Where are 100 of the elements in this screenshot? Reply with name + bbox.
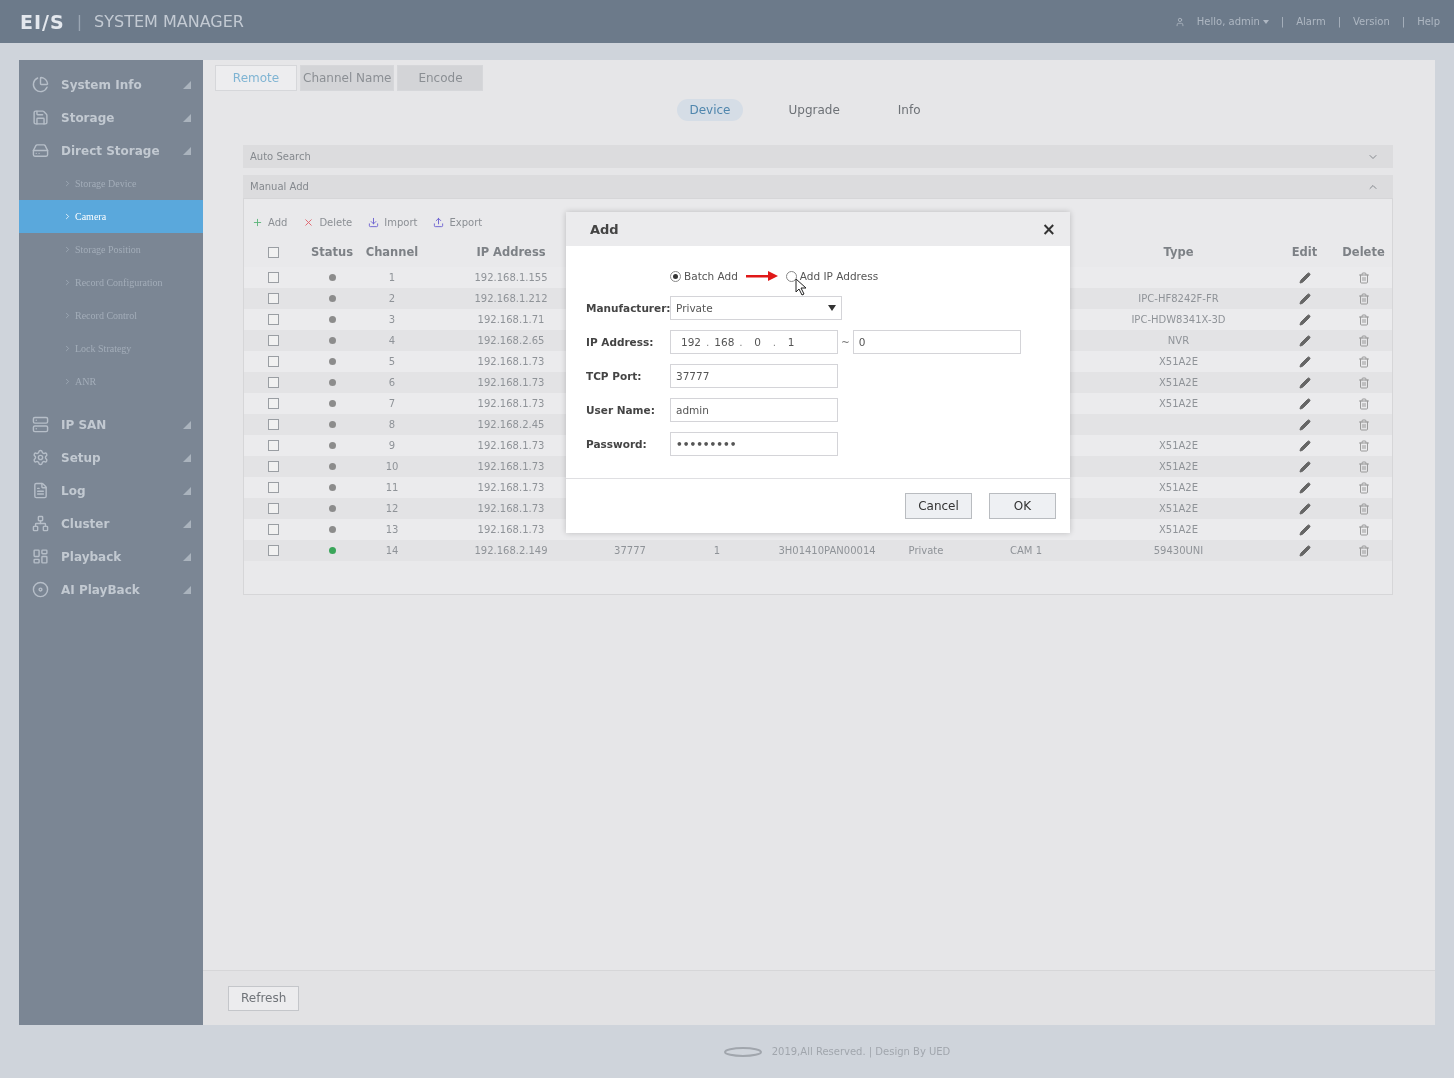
row-checkbox[interactable]	[268, 524, 279, 535]
sidebar-item[interactable]: AI PlayBack	[19, 573, 203, 606]
table-cell: 192.168.1.73	[477, 440, 545, 451]
input-field[interactable]: 37777	[670, 364, 838, 388]
trash-icon[interactable]	[1357, 313, 1370, 326]
header-link[interactable]: Alarm	[1296, 16, 1326, 27]
edit-icon[interactable]	[1298, 523, 1311, 536]
row-checkbox[interactable]	[268, 398, 279, 409]
table-cell: X51A2E	[1158, 377, 1199, 388]
toolbar-button[interactable]: Export	[433, 216, 483, 228]
trash-icon[interactable]	[1357, 397, 1370, 410]
link-separator: |	[1401, 16, 1406, 27]
sidebar-item[interactable]: Log	[19, 474, 203, 507]
trash-icon[interactable]	[1357, 460, 1370, 473]
sub-tab[interactable]: Device	[677, 99, 743, 121]
trash-icon[interactable]	[1357, 355, 1370, 368]
radio-button[interactable]	[670, 270, 681, 282]
input-field[interactable]: admin	[670, 398, 838, 422]
row-checkbox[interactable]	[268, 503, 279, 514]
sub-tab[interactable]: Upgrade	[776, 99, 852, 121]
edit-icon[interactable]	[1298, 376, 1311, 389]
edit-icon[interactable]	[1298, 439, 1311, 452]
section-header[interactable]: Auto Search	[243, 145, 1393, 168]
trash-icon[interactable]	[1357, 334, 1370, 347]
password-field[interactable]: •••••••••	[670, 432, 838, 456]
row-checkbox[interactable]	[268, 314, 279, 325]
refresh-button[interactable]: Refresh	[228, 985, 300, 1011]
trash-icon[interactable]	[1357, 376, 1370, 389]
edit-icon[interactable]	[1298, 418, 1311, 431]
sidebar-item[interactable]: Playback	[19, 540, 203, 573]
toolbar-button[interactable]: Delete	[303, 216, 353, 228]
row-checkbox[interactable]	[268, 419, 279, 430]
section-header[interactable]: Manual Add	[243, 175, 1393, 198]
sidebar-item[interactable]: Setup	[19, 441, 203, 474]
sub-tab[interactable]: Info	[885, 99, 933, 121]
sidebar-item[interactable]: IP SAN	[19, 408, 203, 441]
edit-icon[interactable]	[1298, 544, 1311, 557]
edit-icon[interactable]	[1298, 397, 1311, 410]
trash-icon[interactable]	[1357, 418, 1370, 431]
octet-dot: .	[772, 336, 777, 348]
table-cell: 7	[388, 398, 396, 409]
tab[interactable]: Remote	[215, 65, 297, 91]
edit-icon[interactable]	[1298, 271, 1311, 284]
link-separator: |	[1337, 16, 1342, 27]
edit-icon[interactable]	[1298, 292, 1311, 305]
sidebar-item[interactable]: System Info	[19, 68, 203, 101]
row-checkbox[interactable]	[268, 545, 279, 556]
dialog-button[interactable]: OK	[989, 493, 1056, 519]
tab[interactable]: Channel Name	[300, 65, 395, 91]
sidebar-item[interactable]: Cluster	[19, 507, 203, 540]
header-link[interactable]: Help	[1417, 16, 1440, 27]
user-menu[interactable]: Hello, admin	[1196, 16, 1260, 27]
table-cell: X51A2E	[1158, 398, 1199, 409]
table-cell: IPC-HF8242F-FR	[1138, 293, 1219, 304]
table-cell: 14	[385, 545, 399, 556]
table-cell: 192.168.1.155	[474, 272, 548, 283]
tab[interactable]: Encode	[397, 65, 484, 91]
row-checkbox[interactable]	[268, 461, 279, 472]
edit-icon[interactable]	[1298, 460, 1311, 473]
trash-icon[interactable]	[1357, 292, 1370, 305]
trash-icon[interactable]	[1357, 523, 1370, 536]
ip-range-end-field[interactable]: 0	[852, 330, 1021, 354]
trash-icon[interactable]	[1357, 502, 1370, 515]
edit-icon[interactable]	[1298, 502, 1311, 515]
manufacturer-select[interactable]: Private	[670, 296, 842, 320]
close-button[interactable]: ×	[1041, 219, 1056, 239]
sidebar-item[interactable]: Direct Storage	[19, 134, 203, 167]
select-all-checkbox[interactable]	[268, 246, 279, 258]
table-cell: 192.168.1.212	[474, 293, 548, 304]
radio-option[interactable]: Add IP Address	[785, 270, 879, 282]
chevron-icon	[63, 311, 72, 320]
edit-icon[interactable]	[1298, 355, 1311, 368]
dropdown-arrow-icon	[828, 305, 836, 311]
trash-icon[interactable]	[1357, 544, 1370, 557]
header-link[interactable]: Version	[1353, 16, 1390, 27]
row-checkbox[interactable]	[268, 440, 279, 451]
sidebar-subitem[interactable]: Camera	[19, 200, 203, 233]
trash-icon[interactable]	[1357, 271, 1370, 284]
edit-icon[interactable]	[1298, 334, 1311, 347]
field-label: Manufacturer:	[586, 302, 670, 314]
edit-icon[interactable]	[1298, 481, 1311, 494]
dialog-button[interactable]: Cancel	[905, 493, 972, 519]
row-checkbox[interactable]	[268, 356, 279, 367]
radio-option[interactable]: Batch Add	[670, 270, 738, 282]
row-checkbox[interactable]	[268, 335, 279, 346]
radio-button[interactable]	[785, 270, 797, 282]
row-checkbox[interactable]	[268, 272, 279, 283]
trash-icon[interactable]	[1357, 481, 1370, 494]
row-checkbox[interactable]	[268, 482, 279, 493]
trash-icon[interactable]	[1357, 439, 1370, 452]
row-checkbox[interactable]	[268, 293, 279, 304]
toolbar-button[interactable]: Add	[252, 216, 288, 228]
ip-address-field[interactable]: 192 . 168 . 0 . 1	[670, 330, 838, 354]
table-cell: X51A2E	[1158, 524, 1199, 535]
toolbar-button[interactable]: Import	[368, 216, 418, 228]
row-checkbox[interactable]	[268, 377, 279, 388]
logo: EI/S	[20, 10, 65, 33]
sidebar-item[interactable]: Storage	[19, 101, 203, 134]
document-icon	[32, 482, 49, 499]
edit-icon[interactable]	[1298, 313, 1311, 326]
